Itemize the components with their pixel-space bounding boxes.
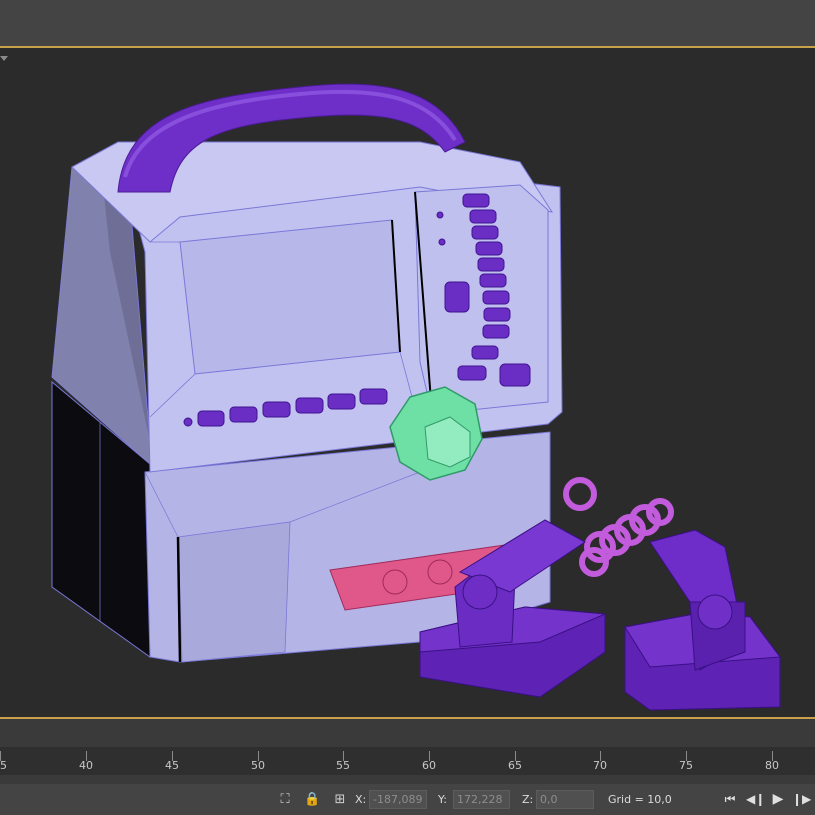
go-to-start-icon[interactable]: ⏮ (722, 792, 738, 807)
screen (179, 219, 401, 375)
perspective-viewport[interactable] (0, 46, 815, 719)
selection-lock-icon[interactable]: ⛶ (277, 792, 293, 808)
play-icon[interactable]: ▶ (770, 792, 786, 807)
z-label: Z: (522, 793, 534, 806)
z-coordinate-field[interactable]: 0,0 (536, 790, 594, 809)
next-frame-icon[interactable]: ❙▶ (792, 792, 811, 807)
tick-label: 70 (593, 759, 607, 772)
absolute-mode-icon[interactable]: ⊞ (332, 792, 348, 808)
status-bar: ⛶ 🔒 ⊞ X: -187,089 Y: 172,228 Z: 0,0 Grid… (0, 784, 815, 815)
grid-size: Grid = 10,0 (608, 793, 672, 806)
tick-label: 45 (165, 759, 179, 772)
top-toolbar (0, 0, 815, 46)
tick-label: 50 (251, 759, 265, 772)
tick-label: 60 (422, 759, 436, 772)
coil-cable (563, 477, 674, 577)
timeline[interactable]: 35 40 45 50 55 60 65 70 75 80 (0, 719, 815, 784)
tick-label: 80 (765, 759, 779, 772)
x-label: X: (355, 793, 367, 806)
defibrillator-model[interactable] (0, 46, 815, 719)
y-label: Y: (438, 793, 447, 806)
tick-label: 65 (508, 759, 522, 772)
previous-frame-icon[interactable]: ◀❙ (746, 792, 765, 807)
y-coordinate-field[interactable]: 172,228 (453, 790, 510, 809)
paddle-right (624, 529, 781, 711)
tick-label: 75 (679, 759, 693, 772)
tick-label: 40 (79, 759, 93, 772)
x-coordinate-field[interactable]: -187,089 (369, 790, 427, 809)
tick-label: 55 (336, 759, 350, 772)
tick-label: 35 (0, 759, 7, 772)
time-ruler[interactable]: 35 40 45 50 55 60 65 70 75 80 (0, 747, 815, 775)
lock-icon[interactable]: 🔒 (304, 792, 320, 808)
